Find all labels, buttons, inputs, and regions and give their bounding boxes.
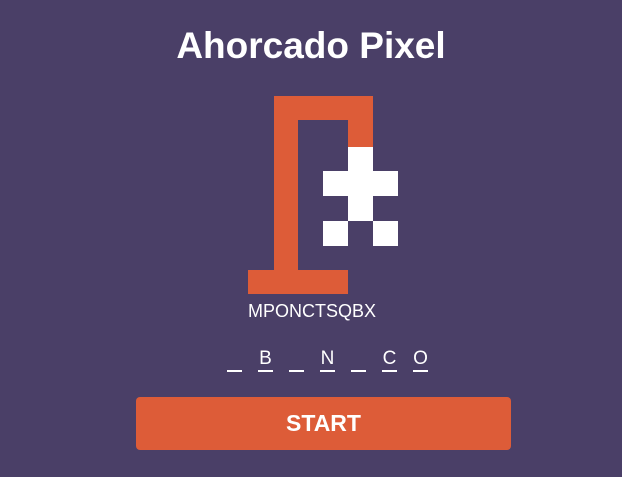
gallows-base xyxy=(248,270,348,294)
letter-slot xyxy=(348,348,369,372)
figure-head xyxy=(348,147,373,171)
gallows-post xyxy=(274,96,298,294)
gallows-rope xyxy=(348,120,373,147)
letter-slot xyxy=(286,348,307,372)
figure-body xyxy=(348,196,373,221)
word-slots: B N C O xyxy=(224,348,431,376)
used-letters: MPONCTSQBX xyxy=(248,301,377,321)
letter-slot: O xyxy=(410,348,431,372)
start-button[interactable]: START xyxy=(136,397,511,450)
letter-slot xyxy=(224,348,245,372)
hangman-drawing xyxy=(0,0,622,300)
figure-left-leg xyxy=(323,221,348,246)
letter-slot: B xyxy=(255,348,276,372)
figure-arms xyxy=(323,171,398,196)
figure-right-leg xyxy=(373,221,398,246)
letter-slot: N xyxy=(317,348,338,372)
letter-slot: C xyxy=(379,348,400,372)
